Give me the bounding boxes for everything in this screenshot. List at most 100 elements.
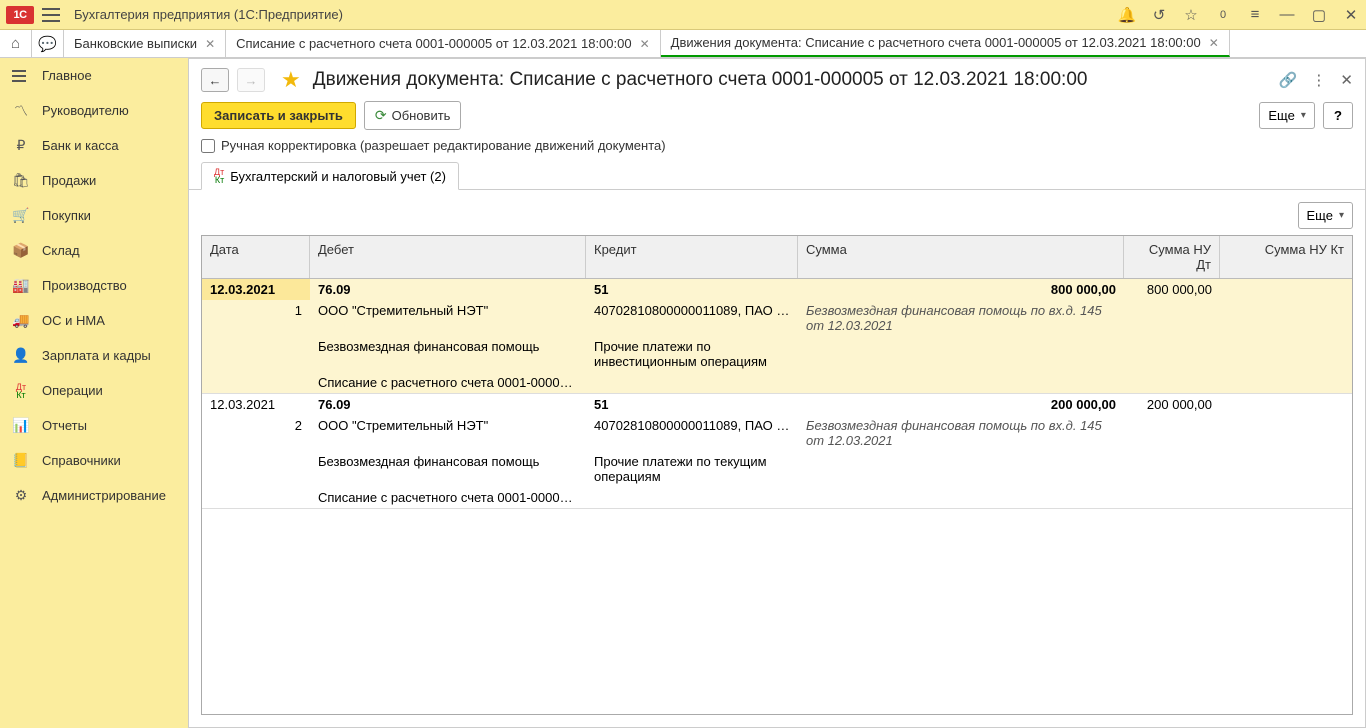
cell-debit-l3: Списание с расчетного счета 0001-000005 … [310, 487, 586, 508]
tab-bank-statements[interactable]: Банковские выписки ✕ [64, 30, 226, 57]
cell-debit-l3: Списание с расчетного счета 0001-000005 … [310, 372, 586, 393]
sidebar-item-label: Покупки [42, 208, 91, 223]
manual-edit-checkbox[interactable] [201, 139, 215, 153]
table-row[interactable]: 12.03.2021 76.09 51 200 000,00 200 000,0… [202, 394, 1352, 509]
sidebar-item-bank[interactable]: ₽ Банк и касса [0, 128, 188, 163]
help-button[interactable]: ? [1323, 102, 1353, 129]
kebab-icon[interactable]: ⋮ [1311, 71, 1326, 89]
table-wrap: Еще Дата Дебет Кредит Сумма Сумма НУ Дт … [189, 190, 1365, 727]
cell-nukt [1220, 279, 1352, 300]
sidebar-item-manager[interactable]: 〽 Руководителю [0, 93, 188, 128]
cell-debit-l1: ООО "Стремительный НЭТ" [310, 300, 586, 336]
tab-writeoff[interactable]: Списание с расчетного счета 0001-000005 … [226, 30, 661, 57]
table-more-button[interactable]: Еще [1298, 202, 1353, 229]
table: Дата Дебет Кредит Сумма Сумма НУ Дт Сумм… [201, 235, 1353, 715]
sidebar-item-sales[interactable]: 🛍 Продажи [0, 163, 188, 198]
maximize-icon[interactable]: ▢ [1310, 6, 1328, 24]
th-sum[interactable]: Сумма [798, 236, 1124, 278]
sidebar-item-label: Администрирование [42, 488, 166, 503]
sidebar-item-label: Главное [42, 68, 92, 83]
menu-icon[interactable] [42, 8, 60, 22]
sidebar: Главное 〽 Руководителю ₽ Банк и касса 🛍 … [0, 58, 188, 728]
cell-credit-acc: 51 [586, 279, 798, 300]
cell-sum: 800 000,00 [798, 279, 1124, 300]
tab-movements[interactable]: Движения документа: Списание с расчетног… [661, 30, 1230, 57]
th-date[interactable]: Дата [202, 236, 310, 278]
sidebar-item-label: Склад [42, 243, 80, 258]
sidebar-item-label: Зарплата и кадры [42, 348, 151, 363]
subtab-label: Бухгалтерский и налоговый учет (2) [230, 169, 446, 184]
cell-credit-acc: 51 [586, 394, 798, 415]
sidebar-item-label: Производство [42, 278, 127, 293]
sidebar-item-reports[interactable]: 📊 Отчеты [0, 408, 188, 443]
sidebar-item-purchases[interactable]: 🛒 Покупки [0, 198, 188, 233]
bell-icon[interactable]: 🔔 [1118, 6, 1136, 24]
th-nudt[interactable]: Сумма НУ Дт [1124, 236, 1220, 278]
app-logo: 1C [6, 6, 34, 24]
sidebar-item-directories[interactable]: 📒 Справочники [0, 443, 188, 478]
bars-icon: 📊 [12, 417, 30, 434]
dtkt-icon: ДтКт [12, 383, 30, 399]
tab-close-icon[interactable]: ✕ [205, 37, 215, 51]
sidebar-item-label: Справочники [42, 453, 121, 468]
sidebar-item-production[interactable]: 🏭 Производство [0, 268, 188, 303]
settings-icon[interactable]: ≡ [1246, 6, 1264, 24]
nav-back-button[interactable]: ← [201, 68, 229, 92]
cell-debit-l2: Безвозмездная финансовая помощь [310, 336, 586, 372]
cell-nudt: 800 000,00 [1124, 279, 1220, 300]
manual-edit-label: Ручная корректировка (разрешает редактир… [221, 138, 666, 153]
sidebar-item-label: Отчеты [42, 418, 87, 433]
sidebar-item-label: Банк и касса [42, 138, 119, 153]
titlebar-right: 🔔 ↺ ☆ 0 ≡ — ▢ ✕ [1118, 6, 1360, 24]
chat-icon[interactable]: 💬 [32, 30, 64, 57]
sidebar-item-admin[interactable]: ⚙ Администрирование [0, 478, 188, 513]
box-icon: 📦 [12, 242, 30, 259]
cell-debit-l1: ООО "Стремительный НЭТ" [310, 415, 586, 451]
table-row[interactable]: 12.03.2021 76.09 51 800 000,00 800 000,0… [202, 279, 1352, 394]
cell-desc: Безвозмездная финансовая помощь по вх.д.… [798, 300, 1124, 336]
th-nukt[interactable]: Сумма НУ Кт [1220, 236, 1352, 278]
th-debit[interactable]: Дебет [310, 236, 586, 278]
th-credit[interactable]: Кредит [586, 236, 798, 278]
toolbar: Записать и закрыть ⟳ Обновить Еще ? [189, 101, 1365, 138]
cell-nudt: 200 000,00 [1124, 394, 1220, 415]
cell-desc: Безвозмездная финансовая помощь по вх.д.… [798, 415, 1124, 451]
manual-edit-row: Ручная корректировка (разрешает редактир… [189, 138, 1365, 161]
subtab-accounting[interactable]: ДтКт Бухгалтерский и налоговый учет (2) [201, 162, 459, 190]
sidebar-item-operations[interactable]: ДтКт Операции [0, 373, 188, 408]
star-icon[interactable]: ☆ [1182, 6, 1200, 24]
cell-date: 12.03.2021 [202, 394, 310, 415]
sidebar-item-salary[interactable]: 👤 Зарплата и кадры [0, 338, 188, 373]
save-close-button[interactable]: Записать и закрыть [201, 102, 356, 129]
cell-debit-l2: Безвозмездная финансовая помощь [310, 451, 586, 487]
sidebar-item-label: Операции [42, 383, 103, 398]
cell-debit-acc: 76.09 [310, 394, 586, 415]
history-icon[interactable]: ↺ [1150, 6, 1168, 24]
sidebar-item-main[interactable]: Главное [0, 58, 188, 93]
book-icon: 📒 [12, 452, 30, 469]
home-icon[interactable]: ⌂ [0, 30, 32, 57]
link-icon[interactable]: 🔗 [1279, 71, 1298, 89]
cell-credit-l1: 40702810800000011089, ПАО СБ... [586, 415, 798, 451]
sidebar-item-assets[interactable]: 🚚 ОС и НМА [0, 303, 188, 338]
page-close-icon[interactable]: ✕ [1340, 71, 1353, 89]
main-layout: Главное 〽 Руководителю ₽ Банк и касса 🛍 … [0, 58, 1366, 728]
tab-close-icon[interactable]: ✕ [640, 37, 650, 51]
gear-icon: ⚙ [12, 487, 30, 504]
cell-debit-acc: 76.09 [310, 279, 586, 300]
minimize-icon[interactable]: — [1278, 6, 1296, 24]
tab-close-icon[interactable]: ✕ [1209, 36, 1219, 50]
cell-ord: 1 [202, 300, 310, 336]
refresh-label: Обновить [392, 108, 451, 123]
app-title: Бухгалтерия предприятия (1С:Предприятие) [74, 7, 1118, 22]
sidebar-item-warehouse[interactable]: 📦 Склад [0, 233, 188, 268]
bag-icon: 🛍 [12, 172, 30, 189]
refresh-button[interactable]: ⟳ Обновить [364, 101, 462, 130]
favorite-star-icon[interactable]: ★ [281, 67, 301, 93]
cell-credit-l2: Прочие платежи по текущим операциям [586, 451, 798, 487]
tabs-row: ⌂ 💬 Банковские выписки ✕ Списание с расч… [0, 30, 1366, 58]
content-area: ← → ★ Движения документа: Списание с рас… [188, 58, 1366, 728]
close-icon[interactable]: ✕ [1342, 6, 1360, 24]
chart-icon: 〽 [12, 101, 30, 121]
more-button[interactable]: Еще [1259, 102, 1314, 129]
